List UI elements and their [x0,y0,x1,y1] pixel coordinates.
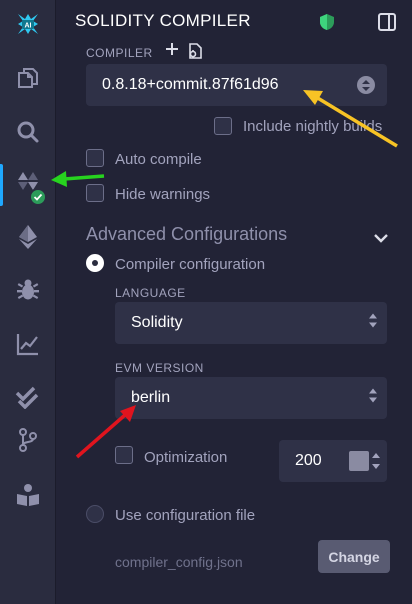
logo-icon[interactable]: AI [0,2,56,46]
debugger-icon[interactable] [0,268,56,312]
evm-version-label: EVM VERSION [115,361,204,375]
compiled-check-icon [29,188,47,206]
select-updown-icon [357,76,375,94]
toggle-panel-icon[interactable] [377,12,397,37]
search-icon[interactable] [0,110,56,154]
auto-compile-checkbox[interactable] [86,149,104,167]
compiler-config-label: Compiler configuration [115,256,266,273]
optimization-runs-input[interactable]: 200 [279,440,387,482]
runs-value: 200 [295,452,322,469]
runs-stepper-handle[interactable] [349,451,369,471]
include-nightly-checkbox[interactable] [214,117,232,135]
hide-warnings-checkbox[interactable] [86,184,104,202]
analytics-icon[interactable] [0,322,56,366]
optimization-label: Optimization [144,449,228,466]
deploy-run-icon[interactable] [0,215,56,259]
verified-shield-icon[interactable] [319,13,335,36]
select-updown-icon [369,313,377,333]
compiler-config-radio[interactable] [86,254,104,272]
unit-testing-icon[interactable] [0,375,56,419]
language-value: Solidity [131,314,183,331]
language-label: LANGUAGE [115,286,186,300]
chevron-down-icon[interactable] [373,230,389,248]
compiler-label: COMPILER [86,46,153,60]
use-config-file-label: Use configuration file [115,507,256,524]
evm-version-value: berlin [131,389,171,406]
optimization-checkbox[interactable] [115,446,133,464]
auto-compile-label: Auto compile [115,151,202,168]
spinner-updown-icon[interactable] [372,451,380,476]
file-explorer-icon[interactable] [0,56,56,100]
hide-warnings-label: Hide warnings [115,186,211,203]
evm-version-select[interactable]: berlin [115,377,387,419]
use-config-file-radio[interactable] [86,505,104,523]
panel-title: SOLIDITY COMPILER [75,11,251,30]
svg-text:AI: AI [25,23,32,30]
custom-compiler-file-icon[interactable] [187,43,203,64]
solidity-compiler-icon[interactable] [0,163,56,207]
icon-sidebar: AI [0,0,56,604]
language-select[interactable]: Solidity [115,302,387,344]
advanced-config-title[interactable]: Advanced Configurations [86,224,287,245]
learneth-icon[interactable] [0,473,56,517]
compiler-version-select[interactable]: 0.8.18+commit.87f61d96 [86,64,387,106]
add-compiler-icon[interactable] [165,42,179,61]
select-updown-icon [369,388,377,408]
config-file-name: compiler_config.json [115,554,243,570]
compiler-panel: SOLIDITY COMPILER COMPILER 0.8.18+commit… [57,0,412,604]
git-icon[interactable] [0,418,56,462]
compiler-version-value: 0.8.18+commit.87f61d96 [102,76,279,93]
include-nightly-label: Include nightly builds [243,118,383,135]
change-config-button[interactable]: Change [318,540,390,573]
